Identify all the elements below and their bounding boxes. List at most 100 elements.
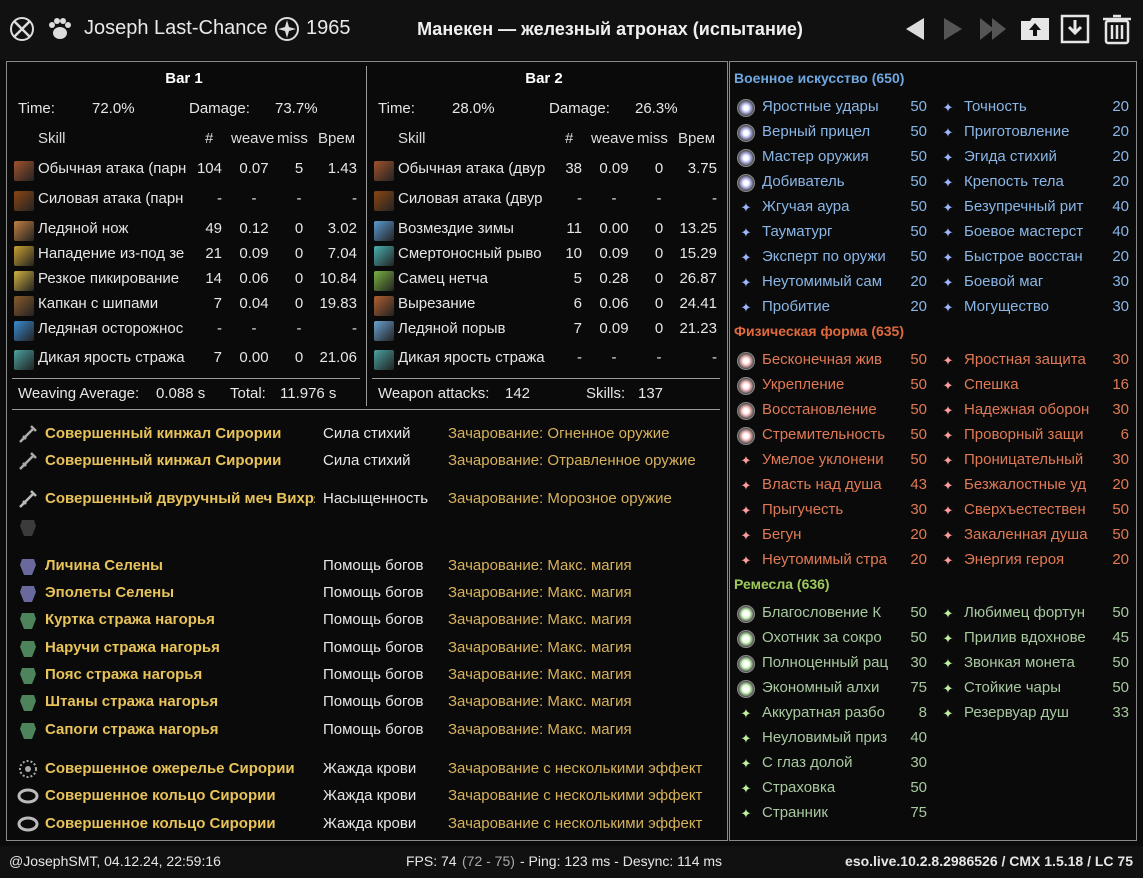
skill-count: 49 [205, 220, 222, 237]
star-icon: ✦ [740, 706, 752, 721]
previous-fight-button[interactable] [898, 12, 932, 46]
cp-star-name: Страховка [762, 779, 836, 796]
star-icon: ✦ [740, 275, 752, 290]
cp-star-value: 50 [910, 779, 927, 796]
skill-count: 38 [565, 160, 582, 177]
cp-star-value: 50 [910, 148, 927, 165]
star-icon: ✦ [740, 806, 752, 821]
star-icon: ✦ [942, 125, 954, 140]
next-fight-button[interactable] [936, 12, 970, 46]
skill-name: Нападение из-под зе [38, 245, 185, 262]
cp-star-name: Тауматург [762, 223, 833, 240]
bar2-col-miss: miss [637, 130, 668, 147]
gear-name: Эполеты Селены [45, 584, 175, 601]
save-button[interactable] [1058, 12, 1092, 46]
chest-icon [17, 609, 39, 631]
skill-name: Смертоносный рыво [398, 245, 542, 262]
gear-name: Куртка стража нагорья [45, 611, 215, 628]
slotted-star-icon [737, 427, 755, 445]
skill-time: 26.87 [679, 270, 717, 287]
cp-star-name: Энергия героя [964, 551, 1065, 568]
cp-star-value: 50 [910, 426, 927, 443]
cp-star-value: 20 [910, 273, 927, 290]
dagger-icon [17, 423, 39, 445]
cp-star-name: Спешка [964, 376, 1019, 393]
bar2-col-weave: weave [591, 130, 635, 147]
champion-points-icon [275, 17, 299, 41]
skill-name: Вырезание [398, 295, 476, 312]
cp-star-value: 6 [1120, 426, 1129, 443]
cp-star-value: 50 [910, 351, 927, 368]
cp-star-name: Яростная защита [964, 351, 1086, 368]
cp-star-name: Восстановление [762, 401, 877, 418]
skill-icon [374, 246, 394, 266]
cp-star-value: 50 [1112, 679, 1129, 696]
cp-star-value: 50 [1112, 526, 1129, 543]
bar2-title: Bar 2 [525, 70, 563, 87]
cp-star-name: Точность [964, 98, 1027, 115]
skill-weave: 0.09 [599, 245, 629, 262]
bar2-col-time: Врем [678, 130, 716, 147]
cp-star-value: 30 [1112, 351, 1129, 368]
bar1-damage-label: Damage: [189, 100, 250, 117]
pants-icon [17, 691, 39, 713]
skill-icon [14, 246, 34, 266]
cp-star-name: Закаленная душа [964, 526, 1088, 543]
skill-icon [374, 321, 394, 341]
cp-star-name: Верный прицел [762, 123, 871, 140]
skill-count: 11 [566, 220, 582, 237]
bar1-footer-label1: Weaving Average: [18, 385, 140, 402]
star-icon: ✦ [740, 781, 752, 796]
cp-star-value: 8 [918, 704, 927, 721]
star-icon: ✦ [942, 100, 954, 115]
star-icon: ✦ [740, 478, 752, 493]
gear-trait: Помощь богов [323, 693, 424, 710]
skill-time: 21.06 [319, 349, 357, 366]
cp-star-value: 20 [910, 526, 927, 543]
upload-button[interactable] [1018, 12, 1052, 46]
star-icon: ✦ [942, 403, 954, 418]
bar2-footer-label2: Skills: [586, 385, 626, 402]
gear-enchant: Зачарование: Огненное оружие [448, 425, 670, 442]
skill-icon [14, 296, 34, 316]
skill-weave: 0.00 [239, 349, 269, 366]
skill-name: Ледяной порыв [398, 320, 506, 337]
star-icon: ✦ [942, 150, 954, 165]
skill-weave: 0.12 [239, 220, 269, 237]
star-icon: ✦ [942, 503, 954, 518]
skill-icon [374, 296, 394, 316]
skill-name: Самец нетча [398, 270, 488, 287]
cp-section-title-warfare: Военное искусство (650) [734, 70, 905, 86]
skill-count: 21 [205, 245, 222, 262]
star-icon: ✦ [942, 478, 954, 493]
cp-star-value: 50 [910, 629, 927, 646]
cp-star-name: Боевой маг [964, 273, 1044, 290]
skill-count: 10 [565, 245, 582, 262]
gear-name: Совершенный кинжал Сирории [45, 425, 282, 442]
cp-star-name: Неуловимый приз [762, 729, 888, 746]
skill-miss: 0 [294, 295, 304, 312]
author-timestamp: @JosephSMT, 04.12.24, 22:59:16 [9, 853, 221, 869]
cp-star-value: 45 [1112, 629, 1129, 646]
gear-enchant: Зачарование: Макс. магия [448, 721, 632, 738]
bar1-title: Bar 1 [165, 70, 203, 87]
last-fight-button[interactable] [976, 12, 1010, 46]
skill-weave: 0.06 [239, 270, 269, 287]
star-icon: ✦ [942, 453, 954, 468]
skill-name: Силовая атака (парн [38, 190, 184, 207]
gear-trait: Насыщенность [323, 490, 429, 507]
bar-divider [366, 66, 367, 406]
skill-miss: 0 [654, 320, 664, 337]
cp-star-name: Приготовление [964, 123, 1070, 140]
star-icon: ✦ [740, 756, 752, 771]
slotted-star-icon [737, 680, 755, 698]
cp-star-name: Благословение К [762, 604, 882, 621]
gear-name: Сапоги стража нагорья [45, 721, 219, 738]
cp-star-name: С глаз долой [762, 754, 853, 771]
gear-enchant: Зачарование с несколькими эффект [448, 760, 703, 777]
cp-star-value: 50 [910, 248, 927, 265]
gear-name: Наручи стража нагорья [45, 639, 220, 656]
bar1-col-skill: Skill [38, 130, 66, 147]
gear-trait: Помощь богов [323, 639, 424, 656]
delete-button[interactable] [1100, 12, 1134, 46]
